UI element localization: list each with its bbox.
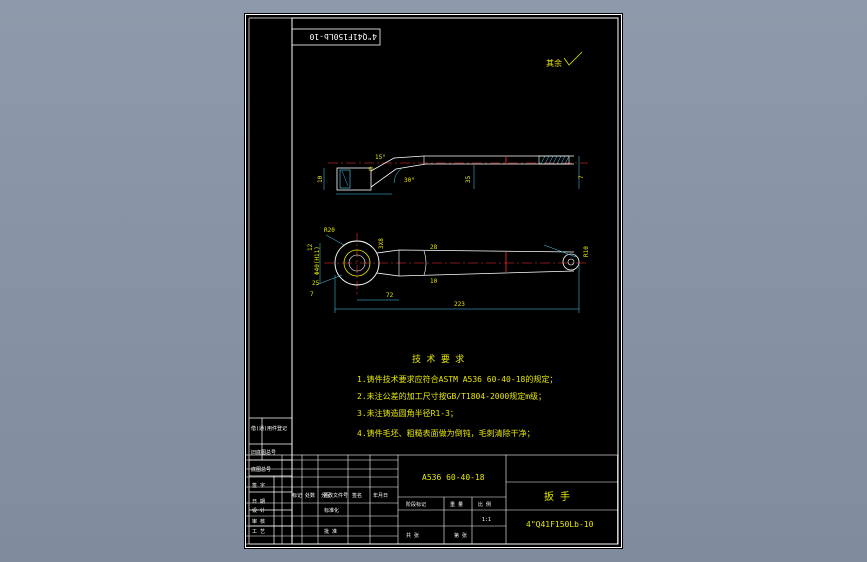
drawing-number: 4"Q41F150Lb-10 <box>526 520 594 529</box>
tech-item-1: 1.铸件技术要求应符合ASTM A536 60-40-18的规定； <box>357 374 557 384</box>
material-text: A536 60-40-18 <box>422 473 485 482</box>
tech-item-3: 3.未注铸造圆角半径R1-3； <box>357 408 458 418</box>
tb-sheet-total: 共 张 <box>406 532 419 539</box>
dim-25: 25 <box>312 280 320 287</box>
dim-diameter: Φ40(H11) <box>314 246 321 275</box>
tb-design: 设 计 <box>252 507 265 514</box>
rotated-drawing-number: 4"Q41F150Lb-10 <box>309 32 377 41</box>
dim-10: 10 <box>430 278 438 285</box>
tech-title: 技 术 要 求 <box>412 353 464 365</box>
dim-overall-223: 223 <box>454 301 465 308</box>
strip-label-4: 签 字 <box>252 482 265 489</box>
dim-side-10: 10 <box>317 175 324 183</box>
tb-stage-marking: 阶段标记 <box>406 501 426 508</box>
side-view <box>323 155 588 195</box>
dim-radius-20: R20 <box>324 227 335 234</box>
dim-7: 7 <box>310 291 314 298</box>
tb-date: 年月日 <box>373 492 388 499</box>
dim-width-7: 7 <box>578 175 585 179</box>
dim-wall-28: 28 <box>430 244 438 251</box>
tb-standardize: 标准化 <box>324 507 339 514</box>
strip-label-3: 底图总号 <box>251 466 271 473</box>
roughness-symbol <box>563 51 583 66</box>
tb-marks: 标记 <box>292 492 302 499</box>
dim-angle-15: 15° <box>375 154 386 161</box>
tb-process: 工 艺 <box>252 529 265 535</box>
strip-label-1: 借(通)用件登记 <box>251 425 287 432</box>
tb-sheet-no: 第 张 <box>454 532 467 539</box>
tb-ratio: 比 例 <box>478 501 491 508</box>
tb-approve: 批 准 <box>324 528 337 535</box>
dim-hole: 3X8 <box>378 238 385 249</box>
dim-12: 12 <box>307 243 314 251</box>
tb-check: 审 核 <box>252 518 265 525</box>
tb-weight: 重 量 <box>450 501 463 508</box>
part-name: 扳 手 <box>544 490 570 503</box>
dim-length-35: 35 <box>465 175 472 183</box>
dim-depth-72: 72 <box>386 292 394 299</box>
tb-change-doc: 更改文件号 <box>323 492 348 499</box>
inner-border <box>291 17 619 545</box>
tech-item-4: 4.铸件毛坯、粗糙表面做为倒钝，毛刺清除干净； <box>357 428 535 438</box>
plan-view <box>315 233 588 313</box>
tb-signature: 签名 <box>352 492 362 499</box>
left-strip <box>248 17 292 545</box>
tb-count: 处数 <box>305 492 315 499</box>
drawing-sheet: 借(通)用件登记 旧底图总号 底图总号 签 字 日 期 4"Q41F150Lb-… <box>244 13 623 549</box>
strip-label-5: 日 期 <box>252 499 265 505</box>
dim-radius-10: R10 <box>583 246 590 257</box>
dim-angle-30: 30° <box>404 177 415 184</box>
surface-note: 其余 <box>546 58 562 68</box>
tb-scale-value: 1:1 <box>482 517 491 523</box>
tech-item-2: 2.未注公差的加工尺寸按GB/T1804-2000规定m级； <box>357 391 546 401</box>
